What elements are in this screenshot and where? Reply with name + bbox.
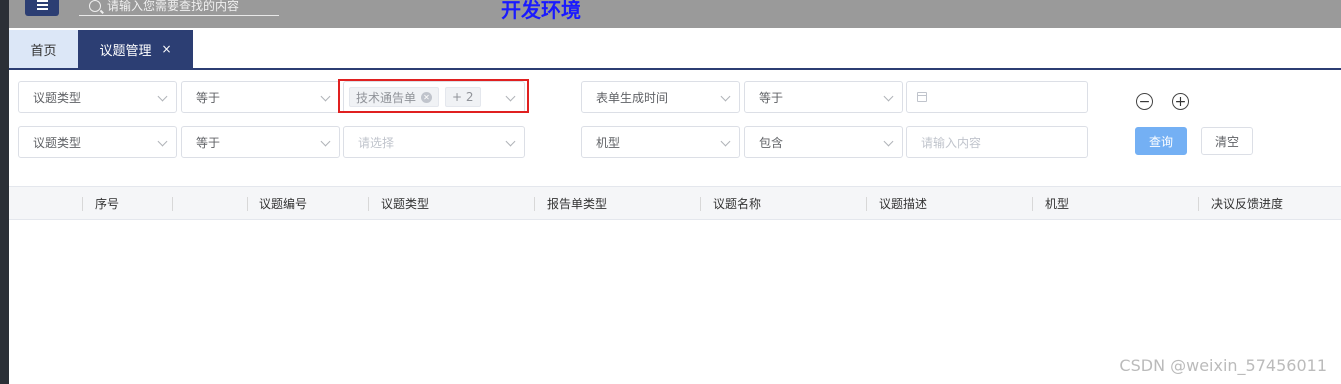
- tab-home-label: 首页: [30, 43, 57, 59]
- highlight-box: [338, 79, 529, 113]
- chevron-down-icon: [320, 136, 331, 147]
- global-search: [79, 0, 279, 16]
- filter-operator-value: 等于: [196, 90, 221, 105]
- chevron-down-icon: [320, 91, 331, 102]
- filter-field-select-3[interactable]: 表单生成时间: [581, 81, 740, 113]
- column-header-model[interactable]: 机型: [1045, 187, 1069, 219]
- clear-button[interactable]: 清空: [1201, 127, 1253, 155]
- filter-value-select-2[interactable]: 请选择: [343, 126, 525, 158]
- column-separator: [1032, 197, 1033, 211]
- filter-value-placeholder: 请输入内容: [921, 135, 982, 150]
- column-header-report-type[interactable]: 报告单类型: [547, 187, 607, 219]
- chevron-down-icon: [157, 91, 168, 102]
- column-separator: [247, 197, 248, 211]
- column-separator: [700, 197, 701, 211]
- column-separator: [172, 197, 173, 211]
- environment-title: 开发环境: [501, 0, 581, 22]
- column-header-feedback-progress[interactable]: 决议反馈进度: [1211, 187, 1283, 219]
- chevron-down-icon: [883, 91, 894, 102]
- search-icon: [89, 0, 101, 12]
- column-separator: [534, 197, 535, 211]
- column-header-index[interactable]: 序号: [95, 187, 119, 219]
- filter-field-select-1[interactable]: 议题类型: [18, 81, 177, 113]
- column-separator: [1198, 197, 1199, 211]
- column-separator: [866, 197, 867, 211]
- filter-field-value: 议题类型: [33, 90, 82, 105]
- filter-operator-select-4[interactable]: 包含: [744, 126, 903, 158]
- filter-operator-value: 等于: [196, 135, 221, 150]
- tab-bar: 首页 议题管理 ×: [9, 28, 1341, 70]
- hamburger-icon: [36, 0, 48, 11]
- menu-toggle-button[interactable]: [25, 0, 59, 16]
- column-header-topic-number[interactable]: 议题编号: [259, 187, 307, 219]
- close-icon[interactable]: ×: [161, 42, 171, 56]
- calendar-icon: [917, 92, 927, 102]
- top-bar: 开发环境: [9, 0, 1341, 28]
- filter-field-value: 表单生成时间: [596, 90, 669, 105]
- table-header: 序号 议题编号 议题类型 报告单类型 议题名称 议题描述 机型 决议反馈进度: [9, 186, 1341, 220]
- tab-topic-management-label: 议题管理: [99, 43, 152, 59]
- filter-field-select-2[interactable]: 议题类型: [18, 126, 177, 158]
- date-picker[interactable]: [906, 81, 1088, 113]
- left-edge-strip: [0, 0, 9, 384]
- column-separator: [82, 197, 83, 211]
- filter-field-value: 议题类型: [33, 135, 82, 150]
- filter-operator-select-2[interactable]: 等于: [181, 126, 340, 158]
- column-header-topic-name[interactable]: 议题名称: [713, 187, 761, 219]
- filter-operator-select-1[interactable]: 等于: [181, 81, 340, 113]
- minus-circle-icon[interactable]: −: [1136, 93, 1153, 110]
- chevron-down-icon: [505, 136, 516, 147]
- column-header-topic-description[interactable]: 议题描述: [879, 187, 927, 219]
- tab-topic-management[interactable]: 议题管理 ×: [78, 30, 193, 68]
- filter-field-value: 机型: [596, 135, 621, 150]
- filter-field-select-4[interactable]: 机型: [581, 126, 740, 158]
- plus-circle-icon[interactable]: +: [1172, 93, 1189, 110]
- column-separator: [368, 197, 369, 211]
- filter-operator-value: 包含: [759, 135, 784, 150]
- search-input[interactable]: [107, 0, 267, 13]
- column-header-topic-type[interactable]: 议题类型: [381, 187, 429, 219]
- filter-operator-value: 等于: [759, 90, 784, 105]
- filter-value-placeholder: 请选择: [358, 135, 395, 150]
- tab-home[interactable]: 首页: [9, 30, 78, 68]
- chevron-down-icon: [720, 136, 731, 147]
- query-button[interactable]: 查询: [1135, 127, 1187, 155]
- chevron-down-icon: [720, 91, 731, 102]
- chevron-down-icon: [157, 136, 168, 147]
- filter-operator-select-3[interactable]: 等于: [744, 81, 903, 113]
- watermark: CSDN @weixin_57456011: [1119, 356, 1327, 375]
- chevron-down-icon: [883, 136, 894, 147]
- filter-value-input-4[interactable]: 请输入内容: [906, 126, 1088, 158]
